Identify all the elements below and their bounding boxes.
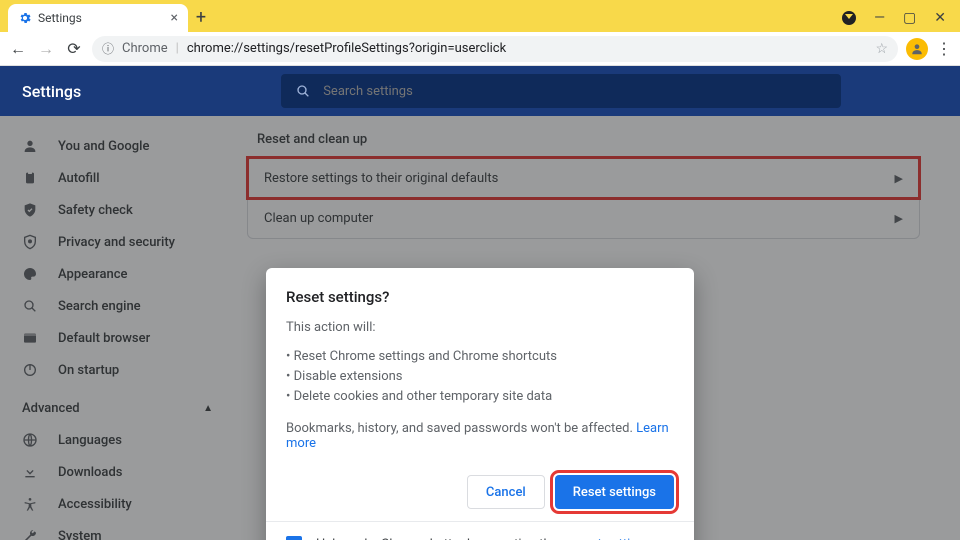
bookmark-star-icon[interactable]: ☆: [875, 41, 888, 57]
profile-avatar[interactable]: [906, 38, 928, 60]
browser-tab[interactable]: Settings ×: [8, 4, 188, 32]
dialog-subtitle: This action will:: [286, 320, 674, 335]
report-checkbox[interactable]: ✓: [286, 536, 302, 540]
window-close-icon[interactable]: ✕: [934, 10, 946, 26]
omnibox[interactable]: ⓘ Chrome | chrome://settings/resetProfil…: [92, 36, 898, 62]
dialog-footer: ✓ Help make Chrome better by reporting t…: [286, 522, 674, 540]
omnibox-url: chrome://settings/resetProfileSettings?o…: [187, 41, 506, 56]
dialog-bullet: • Disable extensions: [286, 367, 674, 387]
back-icon[interactable]: ←: [8, 39, 28, 59]
dialog-note: Bookmarks, history, and saved passwords …: [286, 421, 674, 451]
gear-icon: [18, 11, 32, 25]
maximize-icon[interactable]: ▢: [903, 10, 916, 26]
dialog-bullet-list: • Reset Chrome settings and Chrome short…: [286, 347, 674, 407]
dialog-title: Reset settings?: [286, 288, 674, 306]
minimize-icon[interactable]: —: [874, 10, 885, 26]
dialog-actions: Cancel Reset settings: [286, 475, 674, 509]
dialog-bullet: • Reset Chrome settings and Chrome short…: [286, 347, 674, 367]
address-bar: ← → ⟳ ⓘ Chrome | chrome://settings/reset…: [0, 32, 960, 66]
settings-header: Settings: [0, 66, 960, 116]
kebab-menu-icon[interactable]: ⋮: [936, 39, 952, 58]
dialog-bullet: • Delete cookies and other temporary sit…: [286, 387, 674, 407]
window-controls: — ▢ ✕: [842, 10, 960, 32]
new-tab-button[interactable]: +: [188, 7, 214, 32]
reset-dialog: Reset settings? This action will: • Rese…: [266, 268, 694, 540]
forward-icon: →: [36, 39, 56, 59]
reload-icon[interactable]: ⟳: [64, 39, 84, 58]
search-settings[interactable]: [281, 74, 841, 108]
window-titlebar: Settings × + — ▢ ✕: [0, 0, 960, 32]
close-icon[interactable]: ×: [171, 10, 178, 26]
page-title: Settings: [22, 82, 81, 101]
cancel-button[interactable]: Cancel: [467, 475, 545, 509]
search-input[interactable]: [323, 84, 827, 99]
omnibox-scheme: Chrome: [122, 41, 168, 56]
site-info-icon[interactable]: ⓘ: [102, 40, 114, 57]
reset-settings-button[interactable]: Reset settings: [555, 475, 674, 509]
tab-title: Settings: [38, 11, 82, 25]
omnibox-separator: |: [176, 41, 179, 56]
extension-icon[interactable]: [842, 11, 856, 25]
search-icon: [295, 83, 311, 99]
